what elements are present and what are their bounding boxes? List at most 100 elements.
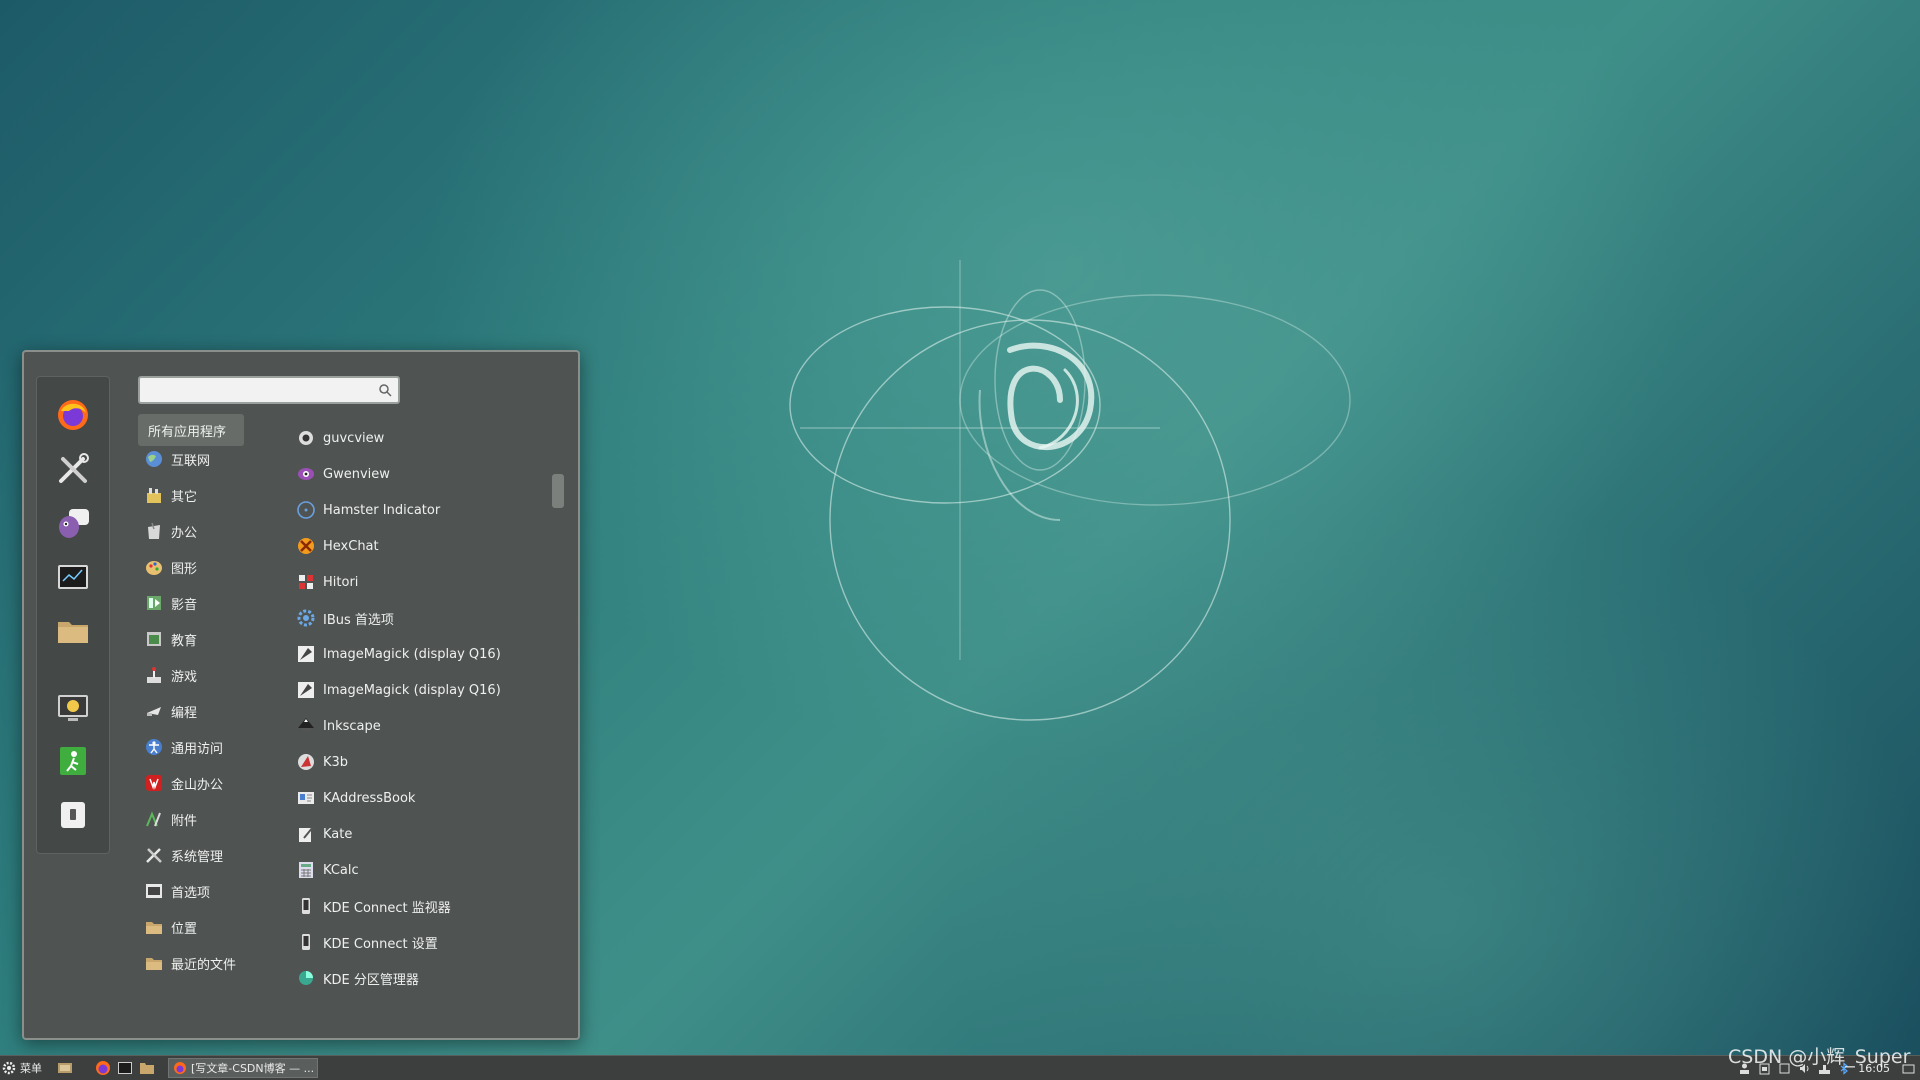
logout-icon [60, 747, 86, 775]
category-other[interactable]: 其它 [138, 479, 244, 511]
fav-terminal[interactable] [51, 555, 95, 599]
app-inkscape[interactable]: Inkscape [290, 710, 540, 742]
fav-files[interactable] [51, 609, 95, 653]
terminal-icon [118, 1062, 132, 1074]
category-programming[interactable]: 编程 [138, 695, 244, 727]
screensaver-lock-icon [58, 695, 88, 721]
category-label: 办公 [171, 525, 198, 541]
app-ibus-preferences[interactable]: IBus 首选项 [290, 602, 540, 634]
webcam-icon [299, 431, 313, 445]
category-label: 金山办公 [171, 777, 224, 793]
folder-icon [58, 622, 88, 643]
category-label: 图形 [171, 561, 198, 577]
app-gwenview[interactable]: Gwenview [290, 458, 540, 490]
taskbar-launcher-firefox[interactable] [94, 1059, 112, 1077]
category-system-admin[interactable]: 系统管理 [138, 839, 244, 871]
calculator-icon [299, 862, 313, 878]
hitori-icon [299, 575, 313, 589]
app-label: Kate [323, 826, 353, 842]
category-graphics[interactable]: 图形 [138, 551, 244, 583]
fav-shutdown[interactable] [51, 793, 95, 837]
app-imagemagick-2[interactable]: ImageMagick (display Q16) [290, 674, 540, 706]
category-recent-files[interactable]: 最近的文件 [138, 947, 244, 979]
app-kaddressbook[interactable]: KAddressBook [290, 782, 540, 814]
category-internet[interactable]: 互联网 [138, 443, 244, 475]
preferences-icon [146, 884, 162, 898]
favorites-sidebar [36, 376, 110, 854]
watermark: CSDN @小辉_Super [1728, 1046, 1911, 1068]
taskbar: 菜单 [写文章-CSDN博客 — ... 16:05 [0, 1055, 1920, 1080]
hamster-icon [297, 501, 315, 519]
fav-logout[interactable] [51, 739, 95, 783]
search-icon [379, 384, 392, 397]
tools-icon [59, 453, 89, 483]
app-kde-connect-monitor[interactable]: KDE Connect 监视器 [290, 890, 540, 922]
app-hitori[interactable]: Hitori [290, 566, 540, 598]
app-label: K3b [323, 754, 349, 770]
app-label: ImageMagick (display Q16) [323, 646, 501, 662]
category-preferences[interactable]: 首选项 [138, 875, 244, 907]
category-label: 首选项 [171, 885, 211, 901]
pidgin-icon [59, 509, 89, 538]
imagemagick-icon [298, 682, 314, 698]
multimedia-icon [147, 596, 161, 610]
hexchat-icon [298, 538, 314, 554]
app-kde-partition-manager[interactable]: KDE 分区管理器 [290, 962, 540, 994]
firefox-icon [174, 1062, 186, 1074]
category-label: 编程 [171, 705, 198, 721]
app-kde-connect-settings[interactable]: KDE Connect 设置 [290, 926, 540, 958]
fav-pidgin[interactable] [51, 501, 95, 545]
app-label: Gwenview [323, 466, 390, 482]
category-office[interactable]: 办公 [138, 515, 244, 547]
category-multimedia[interactable]: 影音 [138, 587, 244, 619]
category-games[interactable]: 游戏 [138, 659, 244, 691]
imagemagick-icon [298, 646, 314, 662]
app-hamster-indicator[interactable]: Hamster Indicator [290, 494, 540, 526]
app-label: KCalc [323, 862, 359, 878]
category-label: 系统管理 [171, 849, 224, 865]
category-education[interactable]: 教育 [138, 623, 244, 655]
category-wps-office[interactable]: 金山办公 [138, 767, 244, 799]
app-label: KDE Connect 设置 [323, 936, 438, 952]
office-icon [148, 522, 160, 539]
category-accessibility[interactable]: 通用访问 [138, 731, 244, 763]
search-box [138, 376, 400, 404]
gwenview-icon [298, 468, 314, 480]
fav-firefox[interactable] [51, 393, 95, 437]
app-list-scrollbar[interactable] [552, 412, 564, 932]
app-k3b[interactable]: K3b [290, 746, 540, 778]
k3b-icon [298, 754, 314, 770]
app-label: KAddressBook [323, 790, 416, 806]
inkscape-icon [298, 718, 314, 731]
app-imagemagick-1[interactable]: ImageMagick (display Q16) [290, 638, 540, 670]
taskbar-launcher-files[interactable] [138, 1059, 156, 1077]
addressbook-icon [298, 792, 314, 804]
app-label: ImageMagick (display Q16) [323, 682, 501, 698]
app-label: Hitori [323, 574, 359, 590]
fav-lock-screen[interactable] [51, 685, 95, 729]
scrollbar-thumb[interactable] [552, 474, 564, 508]
taskbar-launcher-terminal[interactable] [116, 1059, 134, 1077]
terminal-icon [58, 565, 88, 589]
category-accessories[interactable]: 附件 [138, 803, 244, 835]
app-hexchat[interactable]: HexChat [290, 530, 540, 562]
app-kate[interactable]: Kate [290, 818, 540, 850]
application-menu: 所有应用程序 互联网 其它 办公 图形 影音 教育 游戏 编程 通用访问 金山办… [22, 350, 580, 1040]
kate-icon [299, 826, 314, 842]
taskbar-menu-button[interactable]: 菜单 [2, 1059, 42, 1077]
app-label: Inkscape [323, 718, 381, 734]
category-label: 最近的文件 [171, 957, 237, 973]
category-places[interactable]: 位置 [138, 911, 244, 943]
education-icon [147, 632, 161, 646]
fav-settings[interactable] [51, 447, 95, 491]
taskbar-window-button[interactable]: [写文章-CSDN博客 — ... [168, 1058, 318, 1078]
gear-icon [2, 1061, 16, 1075]
category-label: 所有应用程序 [148, 424, 227, 440]
app-guvcview[interactable]: guvcview [290, 422, 540, 454]
category-all-apps[interactable]: 所有应用程序 [138, 414, 244, 446]
app-label: IBus 首选项 [323, 612, 394, 628]
taskbar-show-desktop[interactable] [56, 1059, 74, 1077]
app-kcalc[interactable]: KCalc [290, 854, 540, 886]
show-desktop-icon [58, 1063, 72, 1073]
search-input[interactable] [146, 381, 374, 401]
